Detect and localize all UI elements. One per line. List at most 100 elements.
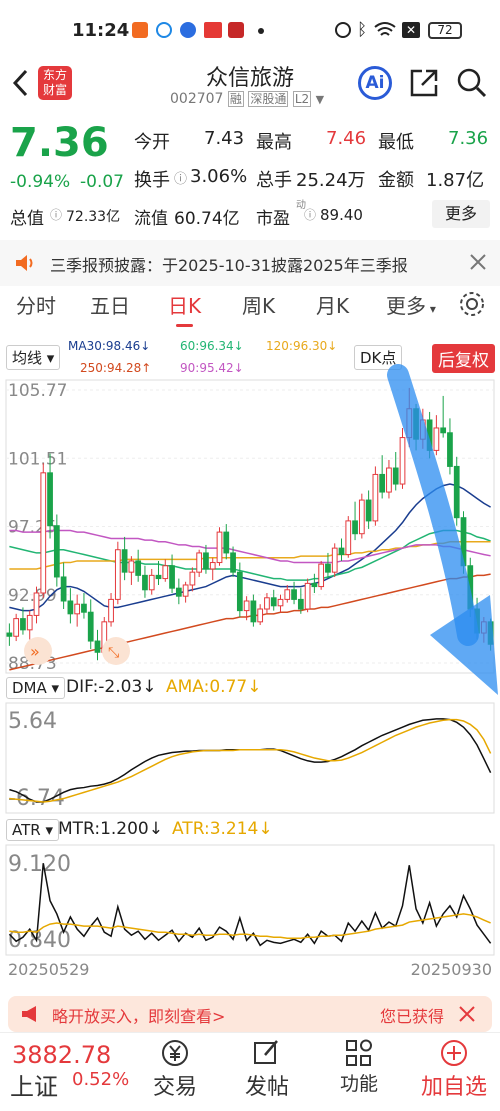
candle-body bbox=[311, 582, 318, 588]
grid-icon bbox=[346, 1039, 372, 1066]
sim-off-icon: ✕ bbox=[402, 22, 420, 38]
candle bbox=[284, 584, 291, 603]
back-icon[interactable] bbox=[10, 68, 32, 98]
candle-body bbox=[304, 582, 311, 610]
chart-area: 均线 ▾ MA30:98.46↓ 60:96.34↓ 120:96.30↓ 25… bbox=[0, 335, 500, 995]
pe-value: 89.40 bbox=[320, 206, 363, 224]
candle bbox=[447, 418, 453, 475]
candle-body bbox=[223, 531, 230, 554]
gear-icon[interactable] bbox=[458, 290, 486, 318]
bluetooth-icon: ᛒ bbox=[357, 20, 368, 40]
candle-body bbox=[230, 552, 236, 573]
candle bbox=[135, 549, 142, 582]
notice-text: 三季报预披露：于2025-10-31披露2025年三季报 bbox=[50, 256, 408, 275]
index-change: 0.52% bbox=[72, 1069, 130, 1090]
notice-bar[interactable]: 三季报预披露：于2025-10-31披露2025年三季报 bbox=[0, 240, 500, 286]
candle bbox=[26, 610, 33, 640]
candle-body bbox=[392, 467, 399, 485]
nav-add-watchlist[interactable]: 加自选 bbox=[414, 1033, 494, 1101]
candle bbox=[128, 556, 135, 585]
x-axis-start-date: 20250529 bbox=[8, 960, 89, 979]
tab-weekly-k[interactable]: 周K bbox=[242, 290, 275, 319]
pe-label: 市盈 bbox=[256, 209, 290, 229]
info-icon[interactable]: ⓘ bbox=[50, 206, 62, 223]
candle bbox=[121, 536, 128, 581]
logo-line-1: 东方 bbox=[42, 68, 67, 82]
tab-daily-k[interactable]: 日K bbox=[168, 290, 201, 327]
candle-body bbox=[270, 597, 277, 607]
info-icon[interactable]: ⓘ bbox=[304, 206, 316, 223]
open-value: 7.43 bbox=[204, 128, 245, 149]
float-mv-value: 60.74亿 bbox=[174, 209, 240, 229]
high-value: 7.46 bbox=[326, 128, 367, 149]
edit-icon bbox=[254, 1040, 278, 1064]
scroll-left-button: » bbox=[24, 637, 52, 665]
candle-body bbox=[331, 547, 338, 573]
status-time: 11:24 bbox=[72, 20, 130, 41]
change-abs: -0.07 bbox=[80, 172, 124, 192]
nav-trade[interactable]: 交易 bbox=[140, 1033, 210, 1101]
chart-canvas[interactable]: 105.77101.5197.2592.9988.735.64-6.749.12… bbox=[0, 335, 500, 995]
search-icon[interactable] bbox=[456, 67, 488, 99]
candle bbox=[358, 493, 365, 539]
atr-y-tick: 9.120 bbox=[8, 852, 71, 877]
candle-body bbox=[203, 552, 209, 570]
volume-label: 总手 bbox=[256, 170, 292, 191]
candle-body bbox=[250, 600, 257, 623]
dma-dif-line bbox=[9, 718, 492, 803]
expand-icon: ⤡ bbox=[108, 645, 119, 661]
more-notifications-icon bbox=[258, 28, 264, 34]
candle-body bbox=[148, 574, 155, 591]
close-icon[interactable] bbox=[458, 1005, 476, 1023]
baidu-notification-icon bbox=[180, 22, 196, 38]
index-ticker[interactable]: 3882.78 上证 0.52% bbox=[8, 1033, 138, 1111]
candle bbox=[216, 527, 223, 566]
candle bbox=[53, 514, 60, 587]
candle-body bbox=[433, 427, 440, 451]
promo-banner[interactable]: 略开放买入，即刻查看> 您已获得 bbox=[8, 996, 492, 1032]
turnover-value: 3.06% bbox=[190, 166, 248, 187]
tag-rong: 融 bbox=[227, 91, 244, 107]
turnover-label: 换手 bbox=[134, 170, 170, 191]
tag-market: 深股通 bbox=[248, 91, 289, 107]
more-button[interactable]: 更多 bbox=[432, 200, 490, 228]
ai-button[interactable]: Ai bbox=[358, 66, 392, 100]
ma30-line bbox=[9, 483, 491, 612]
nav-add-watchlist-label: 加自选 bbox=[420, 1075, 487, 1100]
candle-body bbox=[135, 560, 142, 576]
tab-five-day[interactable]: 五日 bbox=[90, 290, 130, 319]
candle bbox=[250, 594, 257, 627]
candle-body bbox=[128, 560, 135, 573]
candle bbox=[399, 427, 406, 489]
chevron-down-icon[interactable]: ▼ bbox=[316, 93, 324, 106]
kline-y-tick: 92.99 bbox=[8, 586, 57, 606]
candle-body bbox=[87, 611, 94, 642]
candle-body bbox=[108, 598, 114, 623]
tab-more[interactable]: 更多 ▾ bbox=[386, 290, 436, 319]
share-icon[interactable] bbox=[408, 67, 440, 99]
candle bbox=[175, 578, 182, 605]
candle-body bbox=[33, 592, 40, 616]
fullscreen-button: ⤡ bbox=[102, 637, 130, 665]
candle bbox=[311, 573, 318, 593]
tab-monthly-k[interactable]: 月K bbox=[316, 290, 349, 319]
info-icon[interactable]: ⓘ bbox=[174, 168, 187, 187]
nav-functions[interactable]: 功能 bbox=[324, 1033, 394, 1096]
candle-body bbox=[372, 473, 379, 522]
promo-text: 略开放买入，即刻查看> bbox=[52, 1007, 226, 1026]
candle-body bbox=[20, 618, 26, 631]
candle-body bbox=[284, 589, 291, 600]
app-notification-icon bbox=[132, 22, 148, 38]
candle bbox=[440, 395, 447, 438]
tag-level: L2 bbox=[292, 91, 312, 107]
candle bbox=[318, 560, 325, 590]
eastmoney-logo: 东方 财富 bbox=[38, 66, 72, 100]
candle-body bbox=[379, 473, 386, 493]
index-value: 3882.78 bbox=[12, 1041, 112, 1069]
candle-body bbox=[358, 499, 365, 535]
volume-value: 25.24万 bbox=[296, 170, 366, 191]
close-icon[interactable] bbox=[468, 252, 488, 272]
nav-post[interactable]: 发帖 bbox=[232, 1033, 302, 1101]
candle bbox=[13, 613, 20, 642]
tab-intraday[interactable]: 分时 bbox=[16, 290, 56, 319]
